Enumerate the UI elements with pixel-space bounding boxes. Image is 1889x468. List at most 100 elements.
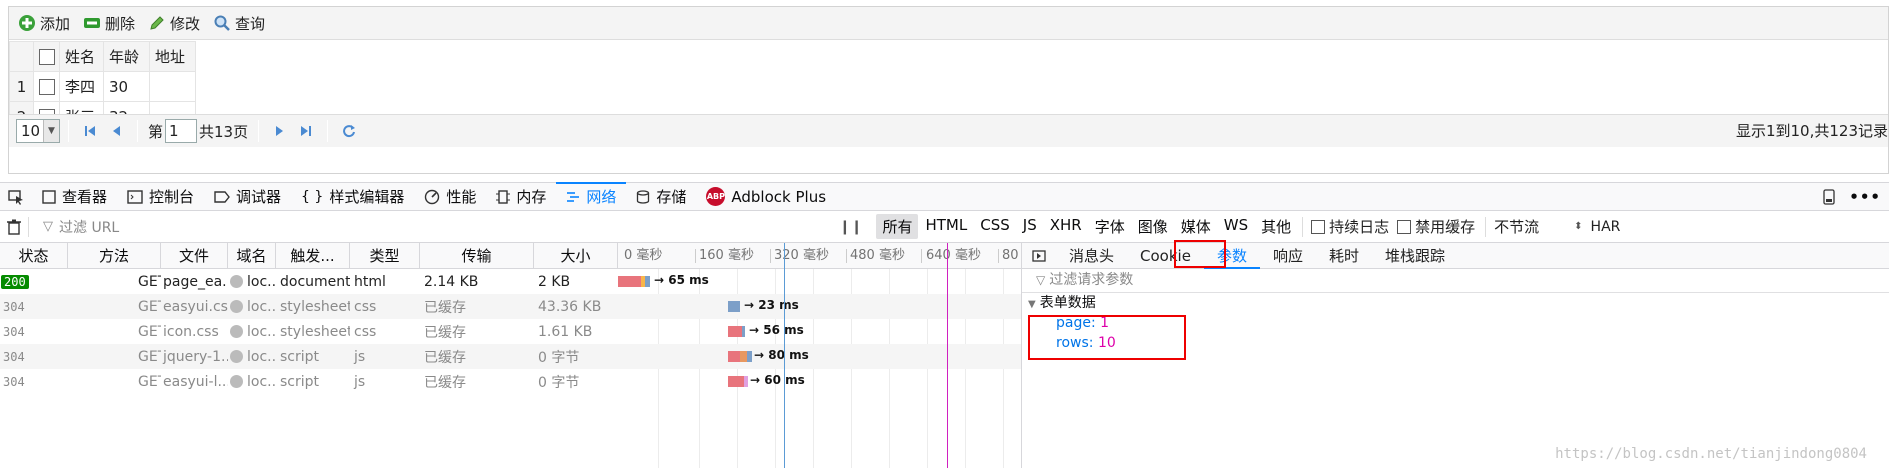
- tab-adblock-plus[interactable]: ABP Adblock Plus: [696, 183, 836, 210]
- page-size-select[interactable]: 10 ▼: [16, 119, 60, 143]
- tab-label: 性能: [446, 188, 477, 206]
- type-filter-media[interactable]: 媒体: [1175, 214, 1217, 239]
- type-filter-js[interactable]: JS: [1017, 214, 1043, 239]
- select-all-checkbox-cell[interactable]: [33, 41, 60, 72]
- type-filter-xhr[interactable]: XHR: [1044, 214, 1088, 239]
- tab-storage[interactable]: 存储: [626, 183, 696, 210]
- toggle-sidebar-button[interactable]: [1022, 249, 1056, 262]
- more-options-button[interactable]: •••: [1841, 183, 1889, 210]
- select-all-checkbox[interactable]: [38, 49, 55, 65]
- dock-icon: [1823, 188, 1835, 205]
- cell-cause: stylesheet: [280, 298, 350, 315]
- tab-debugger[interactable]: 调试器: [204, 183, 291, 210]
- add-button[interactable]: 添加: [17, 13, 70, 34]
- column-header-size[interactable]: 大小: [534, 243, 618, 268]
- type-filter-html[interactable]: HTML: [919, 214, 973, 239]
- tab-memory[interactable]: 内存: [486, 183, 556, 210]
- har-button[interactable]: HAR: [1591, 219, 1621, 235]
- column-header-domain[interactable]: 域名: [228, 243, 276, 268]
- tab-network[interactable]: 网络: [556, 182, 627, 210]
- status-badge: 304: [3, 299, 25, 314]
- tab-stack-trace[interactable]: 堆栈跟踪: [1372, 243, 1458, 269]
- delete-button[interactable]: 删除: [82, 13, 135, 34]
- column-header-age[interactable]: 年龄: [103, 41, 150, 72]
- persist-log-checkbox[interactable]: 持续日志: [1311, 216, 1389, 237]
- datagrid-toolbar: 添加 删除 修改 查询: [9, 7, 1888, 40]
- dock-toggle-button[interactable]: [1817, 183, 1841, 210]
- type-filter-images[interactable]: 图像: [1132, 214, 1174, 239]
- tab-label: 调试器: [236, 188, 282, 206]
- request-row[interactable]: 304 GET jquery-1... loc... script js 已缓存…: [0, 344, 1021, 369]
- cell-size: 1.61 KB: [538, 323, 593, 340]
- tab-response[interactable]: 响应: [1260, 243, 1316, 269]
- column-header-file[interactable]: 文件: [161, 243, 228, 268]
- tab-performance[interactable]: 性能: [414, 183, 486, 210]
- type-filter-all[interactable]: 所有: [876, 214, 919, 239]
- cell-type: css: [354, 323, 377, 340]
- filter-icon: ▽: [43, 219, 53, 234]
- column-header-type[interactable]: 类型: [350, 243, 420, 268]
- request-row[interactable]: 200 GET page_ea... loc... document html …: [0, 269, 1021, 294]
- tab-console[interactable]: 控制台: [117, 183, 204, 210]
- form-data-section-header[interactable]: ▼ 表单数据: [1022, 293, 1889, 313]
- type-filter-fonts[interactable]: 字体: [1089, 214, 1131, 239]
- type-filter-ws[interactable]: WS: [1218, 214, 1254, 239]
- column-header-address[interactable]: 地址: [149, 41, 196, 72]
- clear-button[interactable]: [0, 219, 28, 235]
- next-page-button[interactable]: [267, 119, 293, 143]
- cell-transferred: 2.14 KB: [424, 273, 479, 290]
- column-header-method[interactable]: 方法: [68, 243, 161, 268]
- request-row[interactable]: 304 GET icon.css loc... stylesheet css 已…: [0, 319, 1021, 344]
- tab-headers[interactable]: 消息头: [1056, 243, 1127, 269]
- tab-inspector[interactable]: 查看器: [32, 183, 117, 210]
- column-header-status[interactable]: 状态: [0, 243, 68, 268]
- throttle-select[interactable]: 不节流: [1494, 216, 1574, 237]
- tab-timings[interactable]: 耗时: [1316, 243, 1372, 269]
- disable-cache-checkbox[interactable]: 禁用缓存: [1397, 216, 1475, 237]
- query-button[interactable]: 查询: [212, 13, 265, 34]
- tab-label: 查看器: [62, 188, 108, 206]
- network-filter-bar: ▽ 过滤 URL ❙❙ 所有 HTML CSS JS XHR 字体 图像 媒体 …: [0, 211, 1889, 243]
- cell-age: 30: [103, 71, 150, 102]
- pager-separator: [137, 120, 138, 142]
- prev-page-button[interactable]: [103, 119, 129, 143]
- pager-separator: [68, 120, 69, 142]
- last-page-button[interactable]: [293, 119, 319, 143]
- load-event-marker: [947, 243, 948, 468]
- request-row[interactable]: 304 GET easyui-l... loc... script js 已缓存…: [0, 369, 1021, 394]
- first-page-button[interactable]: [77, 119, 103, 143]
- refresh-button[interactable]: [336, 119, 362, 143]
- page-number-input[interactable]: 1: [165, 119, 198, 143]
- column-header-name[interactable]: 姓名: [59, 41, 104, 72]
- column-header-transferred[interactable]: 传输: [420, 243, 534, 268]
- pause-button[interactable]: ❙❙: [839, 219, 862, 235]
- first-page-icon: [85, 126, 95, 136]
- adblock-plus-icon: ABP: [706, 187, 726, 206]
- add-label: 添加: [40, 14, 71, 33]
- cell-method: GET: [138, 323, 161, 340]
- column-header-waterfall[interactable]: 0 毫秒 160 毫秒 320 毫秒 480 毫秒 640 毫秒 80: [618, 243, 1021, 268]
- chevron-down-icon[interactable]: ▼: [43, 120, 59, 142]
- type-filter-other[interactable]: 其他: [1255, 214, 1297, 239]
- tab-style-editor[interactable]: { } 样式编辑器: [291, 183, 414, 210]
- params-filter-input[interactable]: ▽ 过滤请求参数: [1022, 269, 1889, 293]
- refresh-icon: [343, 125, 356, 138]
- chevron-updown-icon[interactable]: ⬍: [1574, 221, 1582, 232]
- checkbox-box: [1311, 219, 1326, 234]
- edit-button[interactable]: 修改: [147, 13, 200, 34]
- element-picker-button[interactable]: [0, 183, 32, 210]
- filter-url-input[interactable]: 过滤 URL: [59, 217, 839, 237]
- row-checkbox-cell[interactable]: [33, 71, 60, 102]
- storage-icon: [636, 189, 650, 204]
- row-number-header: [9, 41, 34, 72]
- request-row[interactable]: 304 GET easyui.css loc... stylesheet css…: [0, 294, 1021, 319]
- table-row[interactable]: 1 李四 30: [9, 71, 196, 102]
- column-header-cause[interactable]: 触发...: [276, 243, 350, 268]
- cell-domain: loc...: [247, 323, 276, 340]
- type-filter-css[interactable]: CSS: [974, 214, 1016, 239]
- type-filter-group: 所有 HTML CSS JS XHR 字体 图像 媒体 WS 其他: [876, 214, 1298, 239]
- row-checkbox[interactable]: [38, 79, 55, 95]
- tick-line: [846, 249, 847, 263]
- globe-icon: [230, 325, 243, 338]
- pencil-icon: [147, 13, 167, 33]
